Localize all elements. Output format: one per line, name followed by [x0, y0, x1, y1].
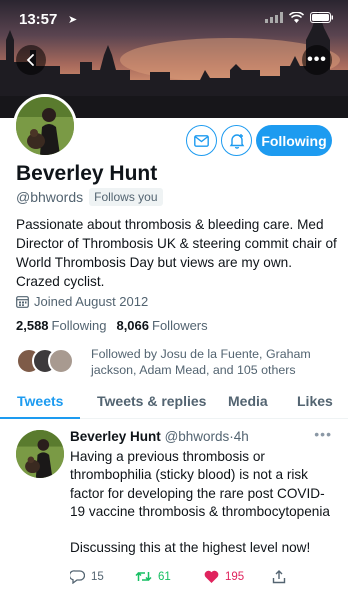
battery-icon: [310, 12, 333, 23]
avatar-photo: [16, 430, 64, 478]
like-count: 195: [225, 570, 245, 583]
profile-bio: Passionate about thrombosis & bleeding c…: [16, 217, 337, 289]
profile-avatar[interactable]: [13, 94, 77, 158]
profile-tabs: Tweets Tweets & replies Media Likes: [0, 386, 348, 419]
signal-icon: [265, 12, 283, 23]
handle-row: @bhwords Follows you: [16, 188, 163, 206]
joined-date: Joined August 2012: [16, 294, 148, 309]
bell-add-icon: [229, 133, 244, 149]
notifications-button[interactable]: [221, 125, 252, 156]
avatar: [48, 348, 74, 374]
share-icon: [272, 570, 286, 584]
followers-label: Followers: [152, 318, 208, 333]
tab-tweets[interactable]: Tweets: [17, 393, 63, 409]
like-button[interactable]: 195: [204, 570, 244, 583]
more-dots-icon: •••: [314, 426, 332, 442]
status-time: 13:57: [19, 11, 58, 28]
retweet-icon: [135, 571, 152, 582]
reply-button[interactable]: 15: [70, 570, 104, 584]
profile-handle: @bhwords: [16, 189, 84, 205]
tab-likes[interactable]: Likes: [297, 393, 333, 409]
reply-count: 15: [91, 571, 104, 583]
more-dots-icon: •••: [307, 51, 327, 68]
followed-by-text: Followed by Josu de la Fuente, Graham ja…: [91, 347, 311, 377]
tweet-author-handle: @bhwords: [164, 429, 230, 444]
profile-name: Beverley Hunt: [16, 162, 158, 185]
heart-icon: [204, 570, 219, 583]
tweet-item[interactable]: Beverley Hunt @bhwords·4h ••• Having a p…: [0, 420, 348, 600]
wifi-icon: [289, 12, 304, 23]
share-button[interactable]: [272, 570, 286, 584]
back-button[interactable]: [16, 45, 46, 75]
status-bar: 13:57 ➤: [0, 0, 348, 30]
calendar-icon: [16, 296, 29, 308]
status-icons: [265, 12, 334, 23]
tab-tweets-replies[interactable]: Tweets & replies: [97, 393, 206, 409]
followed-by-avatars: [16, 348, 80, 376]
following-label: Following: [51, 318, 107, 333]
tweet-time: 4h: [233, 429, 249, 444]
mail-icon: [194, 134, 209, 147]
retweet-count: 61: [158, 570, 171, 583]
follow-counts: 2,588 Following 8,066 Followers: [16, 318, 208, 333]
reply-icon: [70, 570, 85, 584]
message-button[interactable]: [186, 125, 217, 156]
tweet-more-button[interactable]: •••: [314, 426, 332, 442]
tweet-text: Having a previous thrombosis or thrombop…: [70, 449, 330, 556]
followed-by-section[interactable]: Followed by Josu de la Fuente, Graham ja…: [16, 344, 336, 380]
tweet-author-name[interactable]: Beverley Hunt: [70, 429, 161, 444]
back-arrow-icon: [26, 54, 34, 66]
tweet-header: Beverley Hunt @bhwords·4h: [70, 429, 249, 444]
following-button[interactable]: Following: [256, 125, 332, 156]
joined-text: Joined August 2012: [34, 294, 149, 309]
tab-media[interactable]: Media: [228, 393, 268, 409]
avatar-photo: [16, 97, 74, 155]
tweet-actions: 15 61 195: [70, 570, 330, 590]
followers-count: 8,066: [116, 318, 150, 333]
tweet-avatar[interactable]: [16, 430, 64, 478]
more-options-button[interactable]: •••: [302, 45, 332, 75]
retweet-button[interactable]: 61: [135, 570, 171, 583]
followers-count-link[interactable]: 8,066 Followers: [116, 318, 207, 333]
follows-you-badge: Follows you: [89, 188, 163, 206]
location-arrow-icon: ➤: [68, 14, 78, 26]
following-count-link[interactable]: 2,588 Following: [16, 318, 106, 333]
active-tab-indicator: [0, 417, 80, 419]
following-count: 2,588: [16, 318, 49, 333]
